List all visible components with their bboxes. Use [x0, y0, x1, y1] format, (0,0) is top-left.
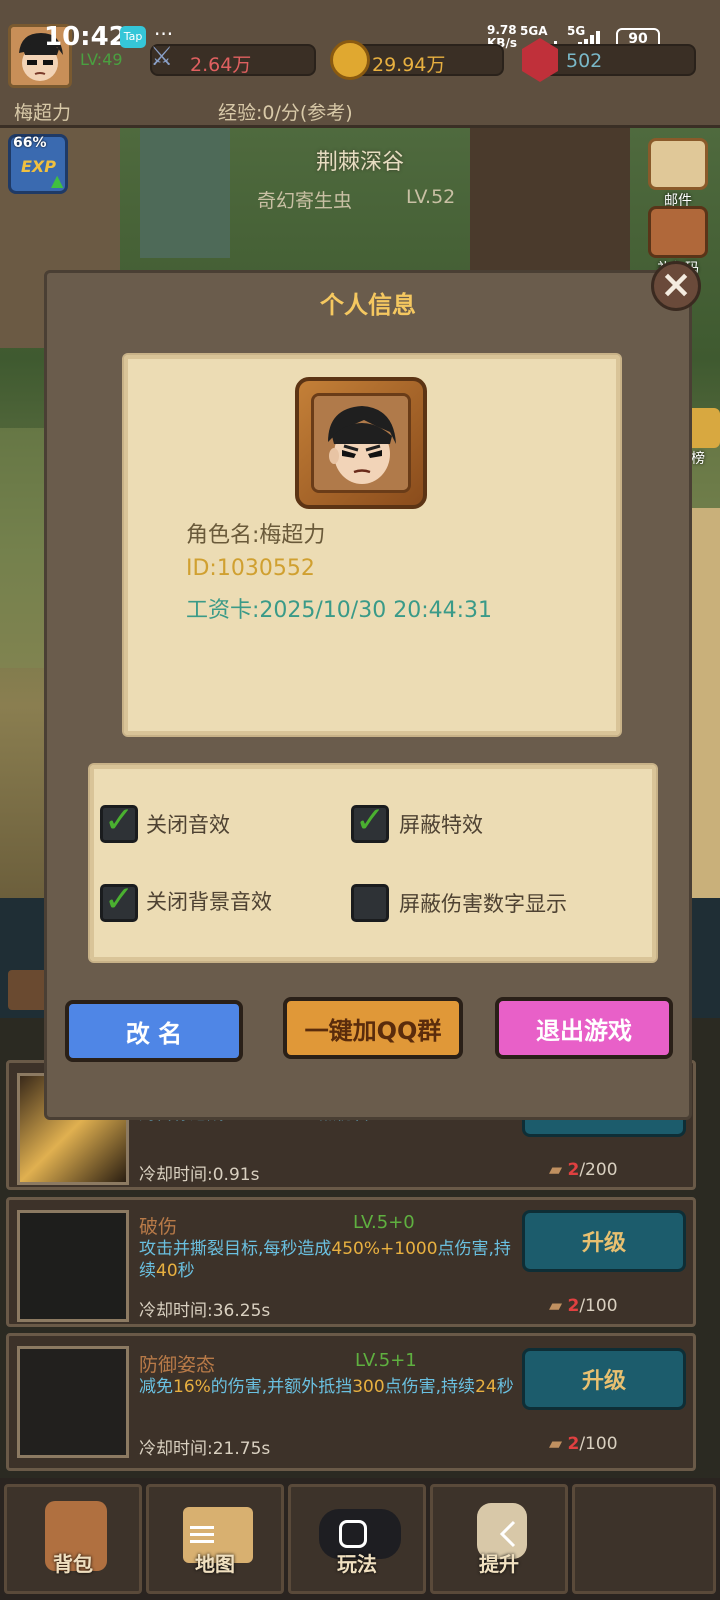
close-icon[interactable]: × [651, 261, 701, 311]
skill-cost-need: /200 [579, 1160, 618, 1180]
character-name-line: 角色名:梅超力 [186, 523, 326, 548]
nav-empty-slot [572, 1484, 716, 1594]
gem-bar: 502 [522, 38, 696, 82]
rename-button[interactable]: 改 名 [65, 1000, 243, 1062]
checkbox-unchecked[interactable] [351, 884, 389, 922]
skill-cooldown: 冷却时间:21.75s [139, 1439, 271, 1459]
android-back-icon[interactable] [498, 1520, 518, 1548]
mail-button[interactable]: 邮件 [648, 138, 708, 210]
skill-desc-text: 点伤害,持续 [384, 1377, 476, 1397]
character-portrait [295, 377, 427, 509]
skill-book-icon: ▰ [549, 1296, 563, 1316]
nav-map-label: 地图 [195, 1552, 235, 1576]
android-menu-icon[interactable] [190, 1524, 214, 1544]
skill-cost-have: 2 [567, 1160, 580, 1180]
nav-upgrade-label: 提升 [479, 1552, 519, 1576]
skill-cost: ▰ 2/100 [549, 1296, 618, 1316]
nav-bag[interactable]: 背包 [4, 1484, 142, 1594]
crossed-swords-icon: ⚔ [150, 42, 174, 72]
checkbox-checked[interactable]: ✓ [351, 800, 389, 843]
checkbox-checked[interactable]: ✓ [100, 800, 138, 843]
exit-game-button[interactable]: 退出游戏 [495, 997, 673, 1059]
monster-name: 奇幻寄生虫 [257, 190, 353, 212]
skill-desc-value: 40 [156, 1261, 178, 1281]
settings-card [90, 765, 656, 961]
nav-map[interactable]: 地图 [146, 1484, 284, 1594]
upgrade-button[interactable]: 升级 [522, 1210, 686, 1272]
checkmark-icon: ✓ [355, 800, 386, 841]
status-time: 10:42 [44, 22, 127, 52]
skill-desc-text: 攻击并撕裂目标,每秒造成 [139, 1239, 332, 1259]
gem-value: 502 [566, 50, 603, 72]
skill-desc-value: 24 [475, 1377, 497, 1397]
gold-coin-icon [330, 40, 370, 80]
skill-description: 攻击并撕裂目标,每秒造成450%+1000点伤害,持续40秒 [139, 1238, 517, 1282]
skill-level: LV.5+1 [355, 1350, 417, 1371]
gold-bar: 29.94万 [330, 40, 504, 80]
mail-icon [648, 138, 708, 190]
upgrade-button[interactable]: 升级 [522, 1348, 686, 1410]
gold-value: 29.94万 [372, 54, 446, 76]
skill-desc-value: 450%+1000 [331, 1239, 438, 1259]
skill-desc-text: 减免 [139, 1377, 173, 1397]
tap-badge-icon: Tap [120, 26, 146, 48]
collapse-arrow-icon[interactable] [8, 970, 48, 1010]
skill-desc-value: 16% [173, 1377, 211, 1397]
skill-name: 防御姿态 [139, 1354, 216, 1376]
monster-level: LV.52 [406, 186, 456, 208]
skill-name: 破伤 [139, 1216, 178, 1238]
android-home-icon[interactable] [339, 1520, 367, 1548]
exp-rate: 经验:0/分(参考) [218, 102, 353, 124]
gift-chest-icon [648, 206, 708, 258]
skill-cooldown: 冷却时间:36.25s [139, 1301, 271, 1321]
nav-bag-label: 背包 [53, 1552, 93, 1576]
skill-cost-have: 2 [567, 1296, 580, 1316]
top-hud: 10:42 Tap ··· 9.78 KB/s 5GA 5G 90 LV:49 … [0, 0, 720, 128]
setting-label: 关闭音效 [146, 813, 230, 837]
skill-cost-need: /100 [579, 1434, 618, 1454]
skill-book-icon: ▰ [549, 1160, 563, 1180]
skill-cost-have: 2 [567, 1434, 580, 1454]
nav-gameplay-label: 玩法 [337, 1552, 377, 1576]
checkmark-icon: ✓ [104, 879, 135, 920]
skill-cost: ▰ 2/200 [549, 1160, 618, 1180]
skill-wound-icon [17, 1210, 129, 1322]
power-bar: ⚔ 2.64万 [150, 42, 316, 76]
skill-desc-text: 的伤害,并额外抵挡 [210, 1377, 353, 1397]
skill-cost-need: /100 [579, 1296, 618, 1316]
join-qq-group-button[interactable]: 一键加QQ群 [283, 997, 463, 1059]
salary-card-line: 工资卡:2025/10/30 20:44:31 [186, 598, 493, 623]
skill-cost: ▰ 2/100 [549, 1434, 618, 1454]
network-type-1: 5GA [520, 24, 548, 38]
skill-desc-value: 300 [352, 1377, 385, 1397]
checkmark-icon: ✓ [104, 800, 135, 841]
skill-description: 减免16%的伤害,并额外抵挡300点伤害,持续24秒 [139, 1376, 519, 1398]
player-name: 梅超力 [14, 102, 72, 124]
dialog-title: 个人信息 [320, 291, 416, 319]
skill-cooldown: 冷却时间:0.91s [139, 1165, 260, 1185]
character-face-icon [311, 393, 411, 493]
power-value: 2.64万 [190, 54, 252, 76]
setting-label: 屏蔽特效 [399, 813, 483, 837]
skill-level: LV.5+0 [353, 1212, 415, 1233]
skill-desc-text: 秒 [496, 1377, 514, 1397]
skill-shield-icon [17, 1346, 129, 1458]
player-level: LV:49 [80, 50, 123, 69]
skill-row: 防御姿态 LV.5+1 减免16%的伤害,并额外抵挡300点伤害,持续24秒 冷… [6, 1333, 696, 1471]
skill-desc-text: 秒 [177, 1261, 195, 1281]
checkbox-checked[interactable]: ✓ [100, 879, 138, 922]
character-id-line: ID:1030552 [186, 556, 315, 581]
setting-label: 关闭背景音效 [146, 890, 272, 914]
skill-book-icon: ▰ [549, 1434, 563, 1454]
skill-row: 破伤 LV.5+0 攻击并撕裂目标,每秒造成450%+1000点伤害,持续40秒… [6, 1197, 696, 1327]
setting-label: 屏蔽伤害数字显示 [399, 892, 567, 916]
map-title: 荆棘深谷 [315, 150, 404, 175]
